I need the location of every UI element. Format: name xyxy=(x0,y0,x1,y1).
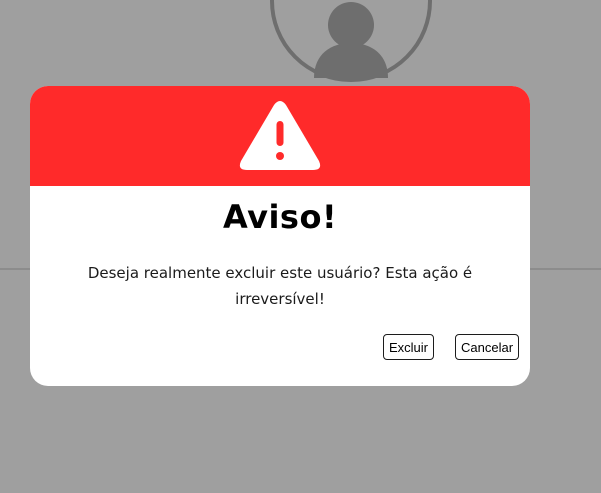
cancel-button[interactable]: Cancelar xyxy=(455,334,520,360)
dialog-header xyxy=(30,86,530,186)
delete-button[interactable]: Excluir xyxy=(383,334,435,360)
dialog-title: Aviso! xyxy=(222,198,338,236)
user-avatar-icon xyxy=(270,0,432,82)
dialog-message: Deseja realmente excluir este usuário? E… xyxy=(87,264,473,308)
warning-dialog: Aviso! Deseja realmente excluir este usu… xyxy=(30,86,530,386)
page-backdrop: Aviso! Deseja realmente excluir este usu… xyxy=(0,0,601,493)
warning-triangle-icon xyxy=(239,101,321,170)
